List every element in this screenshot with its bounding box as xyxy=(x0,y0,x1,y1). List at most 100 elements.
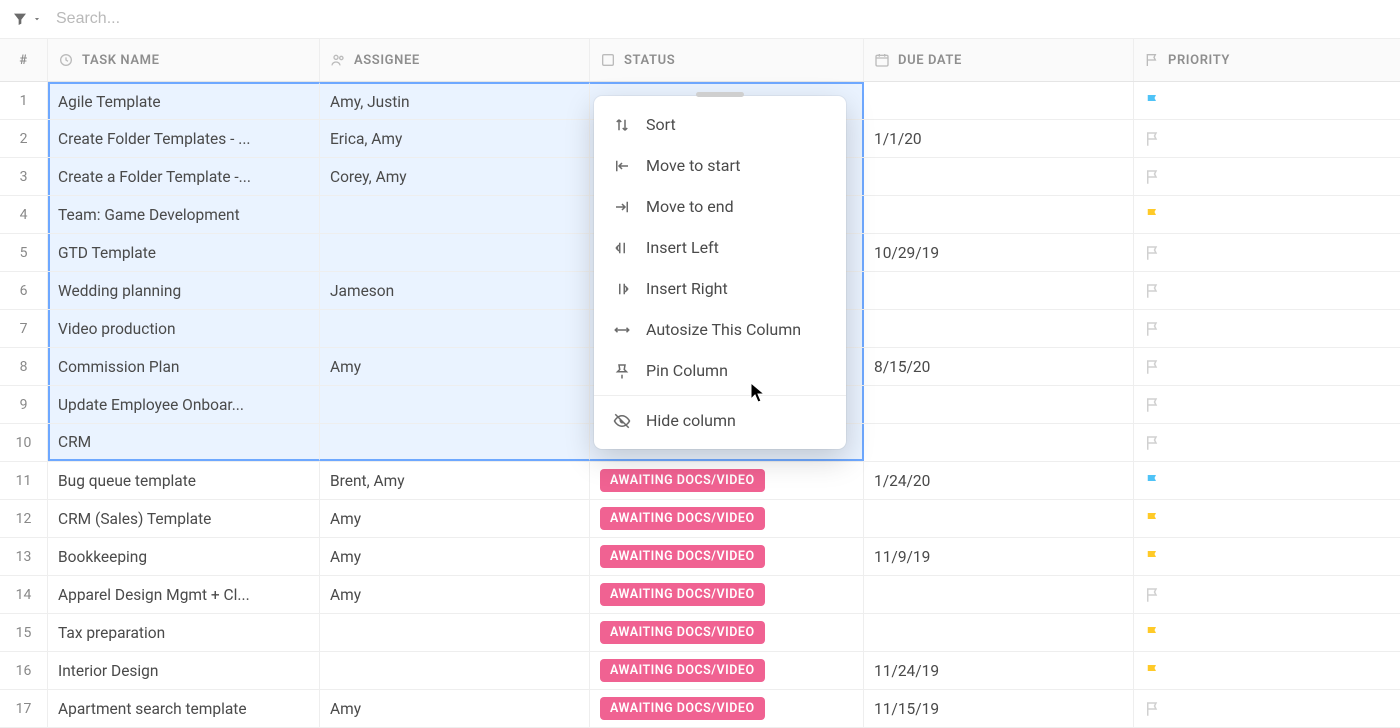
due-date-cell[interactable]: 1/24/20 xyxy=(864,462,1134,499)
menu-item-move-end[interactable]: Move to end xyxy=(594,186,846,227)
task-name-cell[interactable]: Interior Design xyxy=(48,652,320,689)
status-cell[interactable]: AWAITING DOCS/VIDEO xyxy=(590,462,864,499)
column-header-assignee[interactable]: ASSIGNEE xyxy=(320,39,590,81)
column-header-task[interactable]: TASK NAME xyxy=(48,39,320,81)
table-row[interactable]: 12CRM (Sales) TemplateAmyAWAITING DOCS/V… xyxy=(0,500,1400,538)
status-cell[interactable]: AWAITING DOCS/VIDEO xyxy=(590,500,864,537)
task-name-cell[interactable]: Create a Folder Template -... xyxy=(48,158,320,195)
task-name-cell[interactable]: Video production xyxy=(48,310,320,347)
task-name-cell[interactable]: Apparel Design Mgmt + Cl... xyxy=(48,576,320,613)
task-name-cell[interactable]: Agile Template xyxy=(48,82,320,119)
due-date-cell[interactable] xyxy=(864,614,1134,651)
column-header-number[interactable]: # xyxy=(0,39,48,81)
assignee-cell[interactable] xyxy=(320,386,590,423)
column-header-priority[interactable]: PRIORITY xyxy=(1134,39,1400,81)
priority-cell[interactable] xyxy=(1134,576,1400,613)
assignee-cell[interactable]: Erica, Amy xyxy=(320,120,590,157)
priority-cell[interactable] xyxy=(1134,120,1400,157)
table-row[interactable]: 14Apparel Design Mgmt + Cl...AmyAWAITING… xyxy=(0,576,1400,614)
due-date-cell[interactable]: 8/15/20 xyxy=(864,348,1134,385)
table-row[interactable]: 16Interior DesignAWAITING DOCS/VIDEO11/2… xyxy=(0,652,1400,690)
priority-cell[interactable] xyxy=(1134,500,1400,537)
menu-item-insert-right[interactable]: Insert Right xyxy=(594,268,846,309)
column-header-status[interactable]: STATUS xyxy=(590,39,864,81)
menu-item-autosize[interactable]: Autosize This Column xyxy=(594,309,846,350)
search-input[interactable] xyxy=(52,6,1388,32)
table-row[interactable]: 11Bug queue templateBrent, AmyAWAITING D… xyxy=(0,462,1400,500)
priority-cell[interactable] xyxy=(1134,158,1400,195)
priority-cell[interactable] xyxy=(1134,234,1400,271)
row-number: 3 xyxy=(0,158,48,195)
assignee-cell[interactable] xyxy=(320,234,590,271)
drag-handle[interactable] xyxy=(696,92,744,97)
menu-item-pin[interactable]: Pin Column xyxy=(594,350,846,391)
due-date-cell[interactable]: 1/1/20 xyxy=(864,120,1134,157)
due-date-cell[interactable] xyxy=(864,82,1134,119)
due-date-cell[interactable]: 11/9/19 xyxy=(864,538,1134,575)
priority-cell[interactable] xyxy=(1134,386,1400,423)
priority-cell[interactable] xyxy=(1134,652,1400,689)
task-name-cell[interactable]: Tax preparation xyxy=(48,614,320,651)
assignee-cell[interactable] xyxy=(320,196,590,233)
assignee-cell[interactable]: Amy xyxy=(320,538,590,575)
task-name-cell[interactable]: Bookkeeping xyxy=(48,538,320,575)
task-name-cell[interactable]: Bug queue template xyxy=(48,462,320,499)
task-name-cell[interactable]: Update Employee Onboar... xyxy=(48,386,320,423)
assignee-cell[interactable]: Amy, Justin xyxy=(320,82,590,119)
priority-cell[interactable] xyxy=(1134,614,1400,651)
due-date-cell[interactable] xyxy=(864,272,1134,309)
table-row[interactable]: 13BookkeepingAmyAWAITING DOCS/VIDEO11/9/… xyxy=(0,538,1400,576)
assignee-cell[interactable]: Jameson xyxy=(320,272,590,309)
priority-cell[interactable] xyxy=(1134,538,1400,575)
due-date-cell[interactable] xyxy=(864,500,1134,537)
priority-cell[interactable] xyxy=(1134,82,1400,119)
due-date-cell[interactable] xyxy=(864,310,1134,347)
assignee-cell[interactable]: Brent, Amy xyxy=(320,462,590,499)
status-cell[interactable]: AWAITING DOCS/VIDEO xyxy=(590,614,864,651)
assignee-cell[interactable] xyxy=(320,310,590,347)
priority-cell[interactable] xyxy=(1134,348,1400,385)
priority-cell[interactable] xyxy=(1134,196,1400,233)
due-date-cell[interactable] xyxy=(864,424,1134,461)
column-header-due-date[interactable]: DUE DATE xyxy=(864,39,1134,81)
task-name-cell[interactable]: CRM xyxy=(48,424,320,461)
table-row[interactable]: 15Tax preparationAWAITING DOCS/VIDEO xyxy=(0,614,1400,652)
priority-cell[interactable] xyxy=(1134,272,1400,309)
priority-cell[interactable] xyxy=(1134,462,1400,499)
menu-item-move-start[interactable]: Move to start xyxy=(594,145,846,186)
priority-cell[interactable] xyxy=(1134,310,1400,347)
assignee-cell[interactable]: Amy xyxy=(320,576,590,613)
task-name-cell[interactable]: Apartment search template xyxy=(48,690,320,727)
due-date-cell[interactable]: 11/15/19 xyxy=(864,690,1134,727)
assignee-cell[interactable]: Amy xyxy=(320,348,590,385)
priority-cell[interactable] xyxy=(1134,424,1400,461)
due-date-cell[interactable] xyxy=(864,576,1134,613)
task-name-cell[interactable]: GTD Template xyxy=(48,234,320,271)
assignee-cell[interactable] xyxy=(320,614,590,651)
assignee-cell[interactable]: Amy xyxy=(320,690,590,727)
task-name-cell[interactable]: Wedding planning xyxy=(48,272,320,309)
status-cell[interactable]: AWAITING DOCS/VIDEO xyxy=(590,576,864,613)
task-name-cell[interactable]: Commission Plan xyxy=(48,348,320,385)
table-row[interactable]: 17Apartment search templateAmyAWAITING D… xyxy=(0,690,1400,728)
filter-button[interactable] xyxy=(12,11,42,27)
due-date-cell[interactable] xyxy=(864,386,1134,423)
status-cell[interactable]: AWAITING DOCS/VIDEO xyxy=(590,652,864,689)
status-cell[interactable]: AWAITING DOCS/VIDEO xyxy=(590,538,864,575)
task-name-cell[interactable]: Create Folder Templates - ... xyxy=(48,120,320,157)
menu-item-hide[interactable]: Hide column xyxy=(594,400,846,441)
assignee-cell[interactable] xyxy=(320,652,590,689)
menu-item-insert-left[interactable]: Insert Left xyxy=(594,227,846,268)
due-date-cell[interactable] xyxy=(864,158,1134,195)
due-date-cell[interactable]: 10/29/19 xyxy=(864,234,1134,271)
priority-cell[interactable] xyxy=(1134,690,1400,727)
due-date-cell[interactable] xyxy=(864,196,1134,233)
due-date-cell[interactable]: 11/24/19 xyxy=(864,652,1134,689)
assignee-cell[interactable]: Corey, Amy xyxy=(320,158,590,195)
assignee-cell[interactable] xyxy=(320,424,590,461)
task-name-cell[interactable]: CRM (Sales) Template xyxy=(48,500,320,537)
task-name-cell[interactable]: Team: Game Development xyxy=(48,196,320,233)
assignee-cell[interactable]: Amy xyxy=(320,500,590,537)
status-cell[interactable]: AWAITING DOCS/VIDEO xyxy=(590,690,864,727)
menu-item-sort[interactable]: Sort xyxy=(594,104,846,145)
